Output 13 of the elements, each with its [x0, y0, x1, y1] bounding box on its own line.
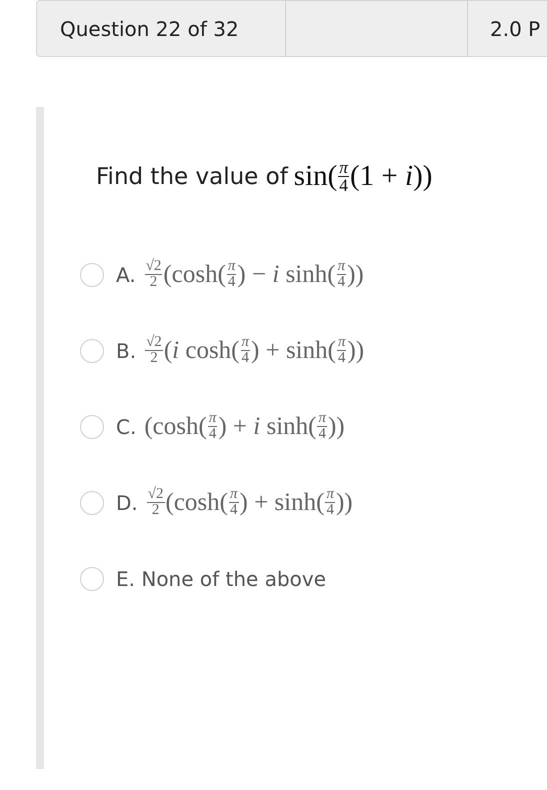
option-label: E. None of the above — [116, 566, 326, 591]
radio-button[interactable] — [80, 338, 104, 363]
points-label: 2.0 P — [489, 16, 540, 40]
option-label: A. — [116, 262, 136, 287]
option-label: B. — [116, 338, 136, 363]
radio-button[interactable] — [80, 262, 104, 287]
radio-button[interactable] — [80, 490, 104, 515]
option-label: D. — [116, 490, 138, 515]
option-label: C. — [116, 414, 136, 439]
question-text: Find the value of — [96, 164, 288, 190]
radio-button[interactable] — [80, 414, 104, 439]
question-counter: Question 22 of 32 — [59, 16, 240, 40]
radio-button[interactable] — [80, 566, 104, 591]
